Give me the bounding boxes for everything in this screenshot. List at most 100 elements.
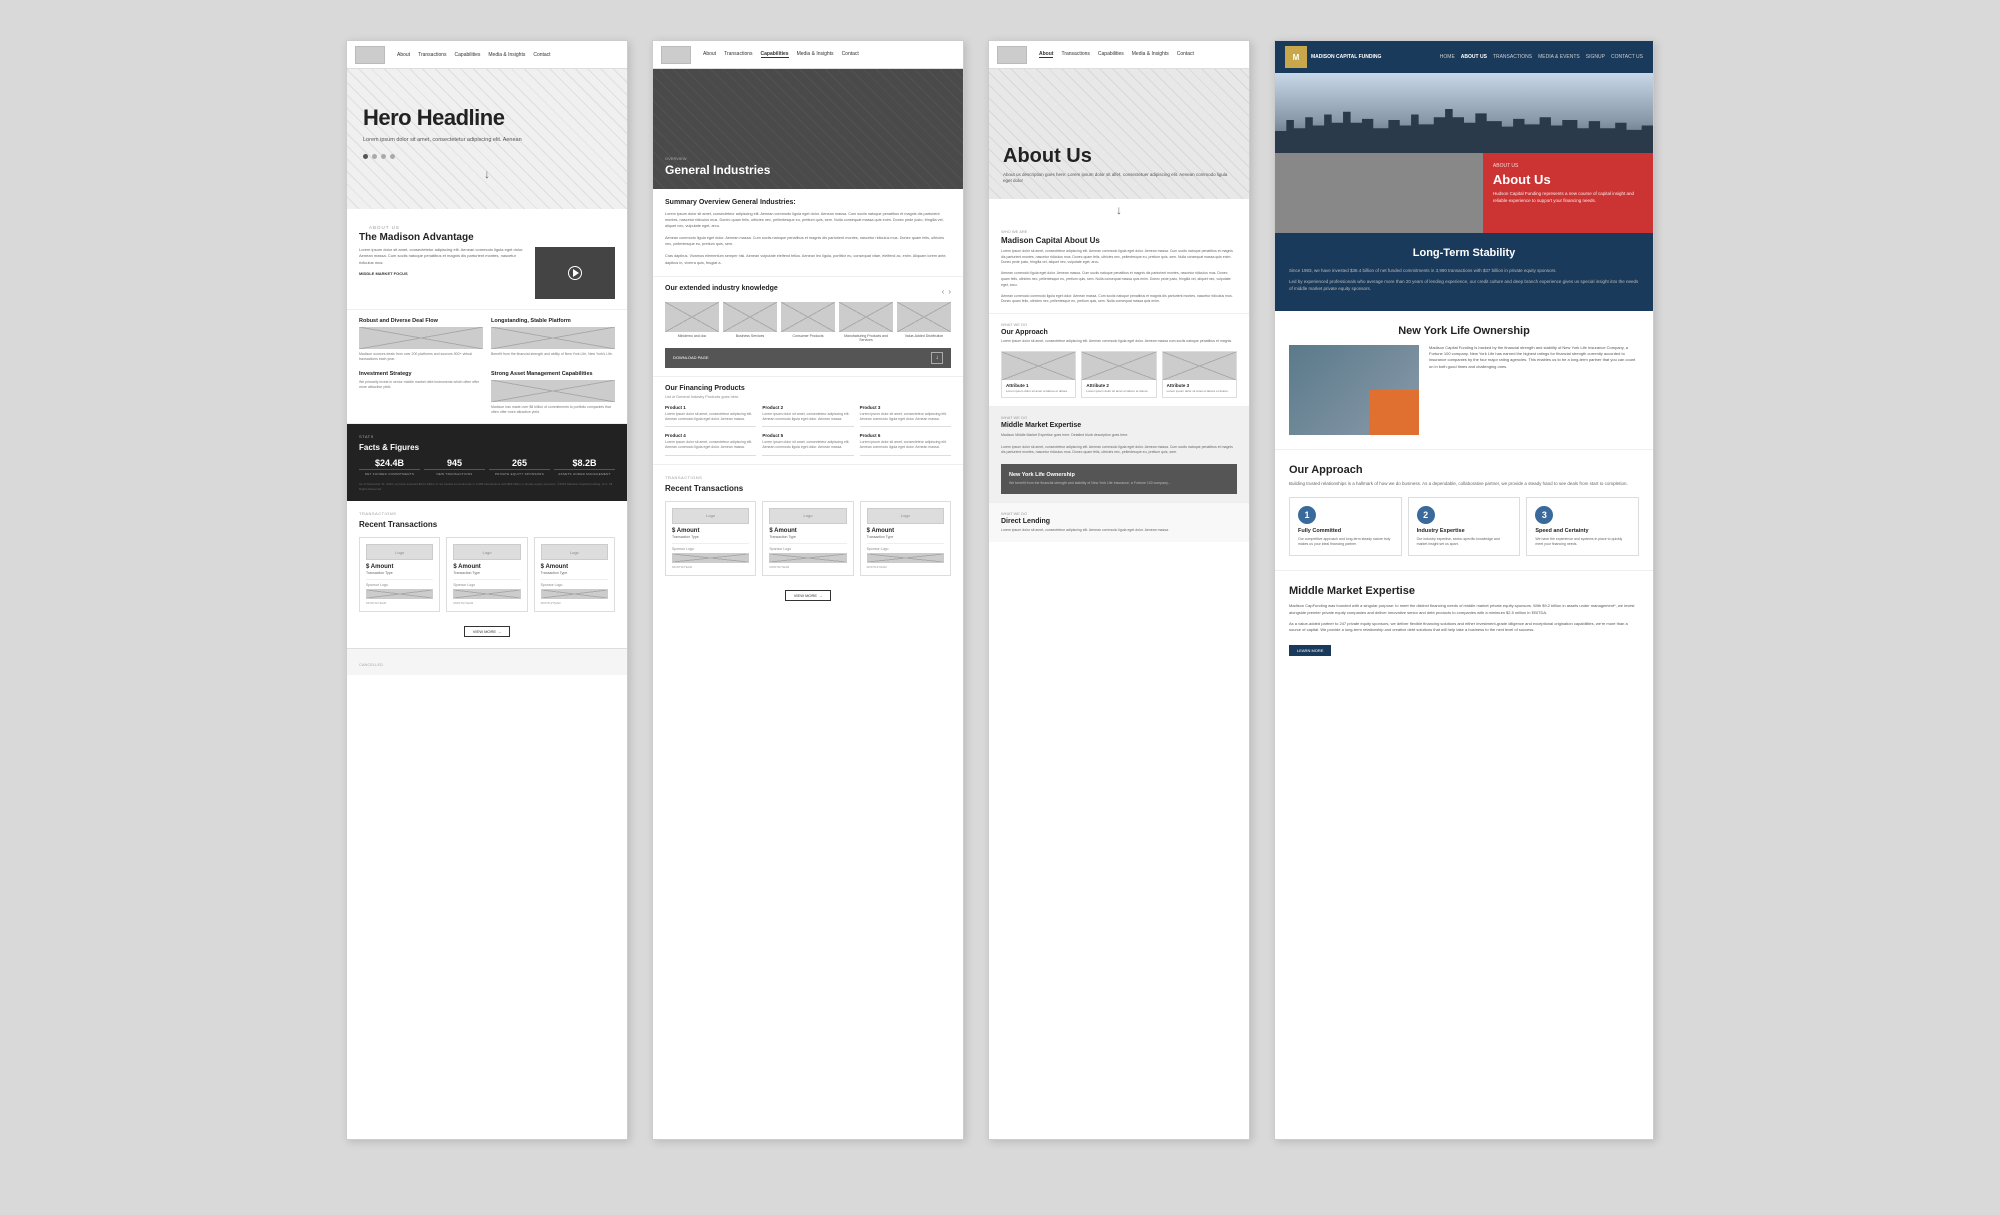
panel1-nav-media[interactable]: Media & Insights [488, 52, 525, 58]
panel1-stats-disclaimer: As of December 31, 2016, we have investe… [359, 482, 615, 491]
panel4-nav-signup[interactable]: SIGNUP [1586, 54, 1605, 60]
panel1-feature-2: Longstanding, Stable Platform Benefit fr… [491, 318, 615, 363]
panel1-nav-capabilities[interactable]: Capabilities [455, 52, 481, 58]
panel1-tx-card-3: Logo $ Amount Transaction Type Sponsor L… [534, 537, 615, 612]
panel1-stat-4: $8.2B ASSETS UNDER MANAGEMENT [554, 458, 615, 476]
panel4-hero-image: ABOUT US About Us Hudson Capital Funding… [1275, 73, 1653, 233]
panel3-about-section: WHO WE ARE Madison Capital About Us Lore… [989, 221, 1249, 314]
panel3-nav-transactions[interactable]: Transactions [1061, 51, 1089, 58]
panel2-tx-card-3: Logo $ Amount Transaction Type Sponsor L… [860, 501, 951, 576]
panel3-nav-capabilities[interactable]: Capabilities [1098, 51, 1124, 58]
panel2-tx-footer: VIEW MORE → [665, 584, 951, 602]
panel4-mm-text-2: As a value-added partner to 247 private … [1289, 621, 1639, 634]
panel2-nav-transactions[interactable]: Transactions [724, 51, 752, 58]
panel1-feature-4-text: Madison has made over $8 billion of comm… [491, 405, 615, 416]
panel3-nylo-text: We benefit from the financial strength a… [1009, 481, 1229, 486]
panel2-next-arrow[interactable]: › [948, 287, 951, 296]
hero-dot-4[interactable] [390, 154, 395, 159]
panel1-tx-1-type: Transaction Type [366, 571, 433, 575]
panel1-feature-1-text: Madison sources deals from over 200 plat… [359, 352, 483, 363]
panel3-nav-contact[interactable]: Contact [1177, 51, 1194, 58]
panel1-feature-2-img [491, 327, 615, 349]
panel4-logo-icon: M [1285, 46, 1307, 68]
panel3-approach-label: WHAT WE DO [1001, 322, 1237, 327]
panel4-stability-text-1: Since 1983, we have invested $38.4 billi… [1289, 267, 1639, 274]
panel2-tx-1-date: MONTH/YEAR [672, 565, 749, 569]
panel2-nav-contact[interactable]: Contact [842, 51, 859, 58]
panel2-nav-about[interactable]: About [703, 51, 716, 58]
hero-dot-1[interactable] [363, 154, 368, 159]
panel2-extended-title: Our extended industry knowledge [665, 285, 778, 292]
hero-dot-2[interactable] [372, 154, 377, 159]
panel1-stat-4-label: ASSETS UNDER MANAGEMENT [554, 469, 615, 476]
panel1-stat-2: 945 NEW TRANSACTIONS [424, 458, 485, 476]
panel2-product-3: Product 3 Lorem ipsum dolor sit amet, co… [860, 405, 951, 428]
panel1-nav-links: About Transactions Capabilities Media & … [397, 52, 551, 58]
panel2-tx-more-button[interactable]: VIEW MORE → [785, 590, 831, 601]
panel1-nav-transactions[interactable]: Transactions [418, 52, 446, 58]
panel1-feature-4-title: Strong Asset Management Capabilities [491, 371, 615, 377]
panel2-industry-4-label: Manufacturing Products and Services [839, 334, 893, 342]
hero-dot-3[interactable] [381, 154, 386, 159]
panel4-nav-links: HOME ABOUT US TRANSACTIONS MEDIA & EVENT… [1440, 54, 1643, 60]
panel4-logo: M MADISON CAPITAL FUNDING [1285, 46, 1381, 68]
panel1-nav-contact[interactable]: Contact [533, 52, 550, 58]
panel-2-wireframe: About Transactions Capabilities Media & … [652, 40, 964, 1140]
panel3-nav-media[interactable]: Media & Insights [1132, 51, 1169, 58]
panel4-nav-contact[interactable]: CONTACT US [1611, 54, 1643, 60]
panel4-learn-more-button[interactable]: LEARN MORE [1289, 645, 1331, 656]
panel1-tx-2-amount: $ Amount [453, 564, 520, 570]
panel3-expertise-label: WHAT WE DO [1001, 415, 1237, 420]
panel3-lending-text: Lorem ipsum dolor sit amet, consecteteur… [1001, 528, 1237, 534]
panel1-hero-arrow: ↓ [363, 167, 611, 181]
panel2-product-1-text: Lorem ipsum dolor sit amet, consecteteur… [665, 412, 756, 423]
panel1-nav-about[interactable]: About [397, 52, 410, 58]
panel2-product-4-text: Lorem ipsum dolor sit amet, consecteteur… [665, 440, 756, 451]
panel1-market-focus[interactable]: MIDDLE MARKET FOCUS [359, 271, 527, 276]
panel1-tx-more-button[interactable]: VIEW MORE → [464, 626, 510, 637]
panel1-about-label: ABOUT US [359, 219, 615, 232]
panel2-product-grid: Product 1 Lorem ipsum dolor sit amet, co… [665, 405, 951, 456]
panel3-attribute-3: Attribute 3 Lorem ipsum dolor sit amet u… [1162, 351, 1237, 399]
panel2-nav-capabilities[interactable]: Capabilities [761, 51, 789, 58]
panel2-nav-media[interactable]: Media & Insights [797, 51, 834, 58]
panel3-attr-2-text: Lorem ipsum dolor sit amet ut labore et … [1082, 389, 1155, 398]
panel4-nav-transactions[interactable]: TRANSACTIONS [1493, 54, 1532, 60]
panel2-product-3-title: Product 3 [860, 405, 951, 410]
panel4-nylo-text-block: Madison Capital Funding is backed by the… [1429, 345, 1639, 435]
panel2-product-3-text: Lorem ipsum dolor sit amet, consecteteur… [860, 412, 951, 423]
panel1-feature-3: Investment Strategy We primarily invest … [359, 371, 483, 416]
panel4-nylo-img-container [1289, 345, 1419, 435]
panel4-nav-about[interactable]: ABOUT US [1461, 54, 1487, 60]
panel2-industry-2-label: Business Services [736, 334, 765, 338]
panel1-tx-2-date: MONTH/YEAR [453, 601, 520, 605]
panel3-nav-about[interactable]: About [1039, 51, 1053, 58]
panel1-video-thumbnail[interactable] [535, 247, 615, 299]
panel1-stat-3-label: PRIVATE EQUITY SPONSORS [489, 469, 550, 476]
panel1-tx-1-date: MONTH/YEAR [366, 601, 433, 605]
panel2-financing-section: Our Financing Products List of General I… [653, 377, 963, 465]
panel4-card-2-text: Our industry expertise, sector-specific … [1417, 537, 1512, 548]
panel1-stat-1-label: NET FUNDED COMMITMENTS [359, 469, 420, 476]
panel3-attr-3-text: Lorem ipsum dolor sit amet ut labore et … [1163, 389, 1236, 398]
panel2-industry-5: Value-Added Distribution [897, 302, 951, 342]
panel2-financing-title: Our Financing Products [665, 385, 951, 392]
panel1-tx-1-logo: Logo [366, 544, 433, 560]
play-button[interactable] [568, 266, 582, 280]
panel2-product-1: Product 1 Lorem ipsum dolor sit amet, co… [665, 405, 756, 428]
panel4-card-1-num: 1 [1298, 506, 1316, 524]
panel1-tx-3-amount: $ Amount [541, 564, 608, 570]
panel2-download-icon[interactable]: ↓ [931, 352, 943, 364]
panel2-tx-1-amount: $ Amount [672, 528, 749, 534]
panel4-card-1-label: Fully Committed [1298, 528, 1393, 534]
panel4-approach-card-3: 3 Speed and Certainty We have the experi… [1526, 497, 1639, 557]
panel4-approach-card-2: 2 Industry Expertise Our industry expert… [1408, 497, 1521, 557]
panel4-nav-media[interactable]: MEDIA & EVENTS [1538, 54, 1580, 60]
panel4-nav: M MADISON CAPITAL FUNDING HOME ABOUT US … [1275, 41, 1653, 73]
panel1-tx-3-sponsor-label: Sponsor Logo [541, 579, 608, 587]
panel1-tx-1-sponsor-img [366, 589, 433, 599]
panel2-tx-label: TRANSACTIONS [665, 475, 951, 480]
panel4-nav-home[interactable]: HOME [1440, 54, 1455, 60]
panel3-hero-title: About Us [1003, 145, 1235, 168]
panel2-prev-arrow[interactable]: ‹ [942, 287, 945, 296]
